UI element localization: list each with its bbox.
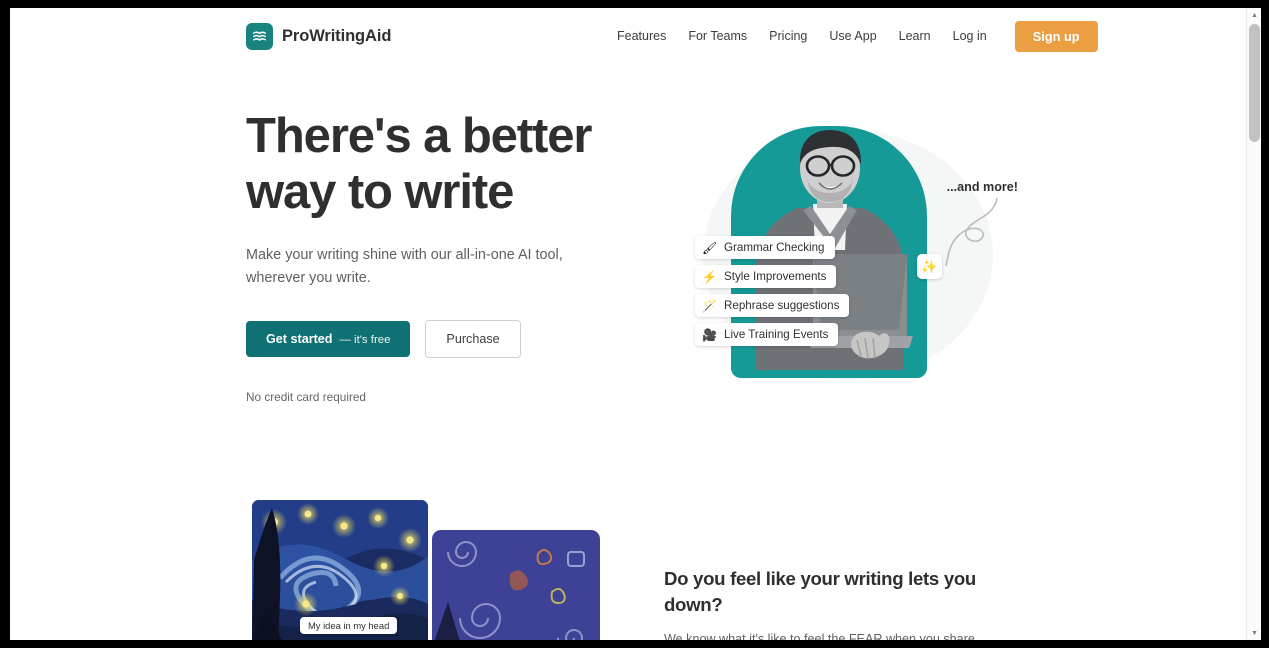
sign-up-button[interactable]: Sign up (1014, 20, 1098, 52)
feature-pill-style-improvements[interactable]: ⚡ Style Improvements (695, 265, 837, 288)
feature-pill-label: Live Training Events (724, 328, 829, 341)
purple-doodle-canvas (432, 530, 600, 640)
main-nav: Features For Teams Pricing Use App Learn… (606, 20, 1098, 52)
feature-pill-label: Rephrase suggestions (724, 299, 840, 312)
webpage: ProWritingAid Features For Teams Pricing… (10, 8, 1246, 640)
vertical-scrollbar[interactable]: ▲ ▼ (1246, 8, 1261, 640)
browser-screen: ProWritingAid Features For Teams Pricing… (0, 0, 1269, 648)
get-started-note: — it's free (339, 334, 391, 346)
image-caption: My idea in my head (300, 617, 398, 634)
hero-footnote: No credit card required (246, 390, 366, 404)
nav-link-use-app[interactable]: Use App (818, 23, 887, 49)
feature-pill-label: Grammar Checking (724, 241, 825, 254)
starry-night-image: My idea in my head (252, 500, 428, 640)
hero-subtitle: Make your writing shine with our all-in-… (246, 247, 563, 286)
book-logo-icon (246, 22, 273, 50)
site-header: ProWritingAid Features For Teams Pricing… (10, 8, 1246, 64)
feature-pill-label: Style Improvements (724, 270, 827, 283)
sparkle-badge-icon: ✨ (917, 254, 942, 279)
feature-pill-live-training-events[interactable]: 🎥 Live Training Events (695, 323, 839, 346)
scrollbar-thumb[interactable] (1249, 24, 1260, 142)
purchase-button[interactable]: Purchase (425, 320, 521, 358)
brand-name: ProWritingAid (282, 26, 392, 45)
lightning-bolt-icon: ⚡ (702, 269, 717, 284)
section-body: We know what it's like to feel the FEAR … (664, 632, 975, 640)
section-heading: Do you feel like your writing lets you d… (664, 568, 976, 615)
curly-arrow-icon (945, 197, 998, 267)
nav-link-for-teams[interactable]: For Teams (677, 23, 758, 49)
lower-illustration: My idea in my head (246, 498, 606, 640)
get-started-label: Get started (266, 332, 333, 346)
scroll-down-arrow-icon[interactable]: ▼ (1247, 626, 1261, 640)
grammar-brush-icon: 🖌 (702, 240, 718, 255)
nav-link-log-in[interactable]: Log in (942, 23, 998, 49)
nav-link-pricing[interactable]: Pricing (758, 23, 818, 49)
hero-title-line-1: There's a better (246, 109, 592, 163)
hero-section: There's a better way to write Make your … (246, 108, 646, 404)
nav-link-features[interactable]: Features (606, 23, 677, 49)
hero-title-line-2: way to write (246, 165, 514, 219)
hero-actions: Get started — it's free Purchase (246, 320, 646, 358)
video-camera-icon: 🎥 (702, 327, 717, 342)
lower-text-section: Do you feel like your writing lets you d… (664, 566, 1016, 640)
nav-link-learn[interactable]: Learn (888, 23, 942, 49)
page-viewport: ProWritingAid Features For Teams Pricing… (10, 8, 1261, 640)
hero-illustration: ...and more! ✨ 🖌 Grammar Checking ⚡ Styl… (675, 108, 1020, 398)
magic-wand-icon: 🪄 (702, 298, 717, 313)
and-more-callout: ...and more! (946, 180, 1018, 194)
scroll-up-arrow-icon[interactable]: ▲ (1247, 8, 1261, 22)
feature-pill-grammar-checking[interactable]: 🖌 Grammar Checking (695, 236, 835, 259)
feature-pill-list: 🖌 Grammar Checking ⚡ Style Improvements … (695, 236, 850, 346)
get-started-button[interactable]: Get started — it's free (246, 321, 411, 357)
page-title: There's a better way to write (246, 108, 646, 220)
brand-logo[interactable]: ProWritingAid (246, 22, 392, 50)
feature-pill-rephrase-suggestions[interactable]: 🪄 Rephrase suggestions (695, 294, 850, 317)
